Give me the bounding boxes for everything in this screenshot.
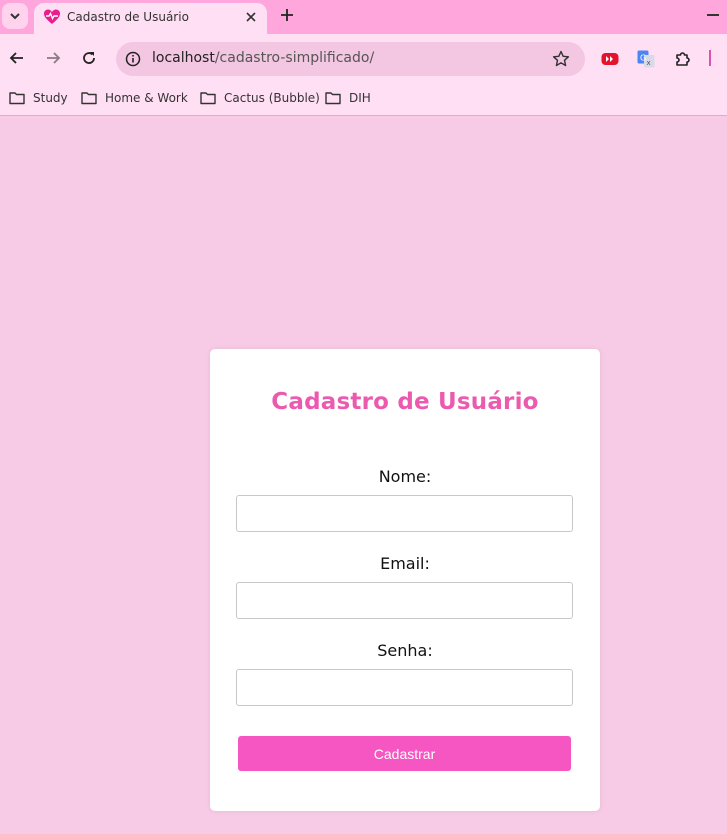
arrow-left-icon	[9, 52, 23, 64]
extensions-button[interactable]	[673, 49, 693, 69]
bookmark-star-button[interactable]	[551, 49, 571, 69]
bookmark-folder-dih[interactable]: DIH	[325, 88, 371, 108]
svg-text:x: x	[647, 59, 651, 67]
svg-text:G: G	[640, 54, 646, 63]
registration-card: Cadastro de Usuário Nome: Email: Senha: …	[210, 349, 600, 811]
bookmark-label: Home & Work	[105, 91, 188, 105]
youtube-extension-icon	[601, 53, 619, 65]
bookmarks-bar: Study Home & Work Cactus (Bubble) DIH	[0, 82, 727, 116]
folder-icon	[200, 92, 216, 105]
youtube-extension-button[interactable]	[600, 49, 620, 69]
close-icon	[246, 12, 256, 22]
active-tab[interactable]: Cadastro de Usuário	[34, 3, 267, 34]
chevron-down-icon	[10, 13, 20, 20]
close-tab-button[interactable]	[243, 9, 259, 25]
bookmark-folder-home-work[interactable]: Home & Work	[81, 88, 188, 108]
url-path: /cadastro-simplificado/	[214, 50, 375, 66]
browser-toolbar: localhost/cadastro-simplificado/ Gx	[0, 34, 727, 82]
bookmark-label: DIH	[349, 91, 371, 105]
submit-button[interactable]: Cadastrar	[238, 736, 571, 771]
reload-button[interactable]	[79, 48, 99, 68]
name-input[interactable]	[236, 495, 573, 532]
forward-button[interactable]	[43, 48, 63, 68]
star-icon	[552, 50, 570, 67]
site-info-button[interactable]	[123, 49, 143, 69]
puzzle-icon	[676, 52, 690, 66]
tab-strip: Cadastro de Usuário	[0, 0, 727, 34]
folder-icon	[81, 92, 97, 105]
google-translate-button[interactable]: Gx	[636, 49, 656, 69]
info-icon	[125, 51, 141, 67]
email-label: Email:	[380, 554, 430, 573]
new-tab-button[interactable]	[278, 6, 296, 24]
profile-indicator[interactable]	[709, 50, 711, 66]
folder-icon	[325, 92, 341, 105]
name-label: Nome:	[378, 467, 432, 486]
reload-icon	[83, 52, 95, 64]
password-input[interactable]	[236, 669, 573, 706]
bookmark-folder-cactus-bubble[interactable]: Cactus (Bubble)	[200, 88, 320, 108]
minimize-button[interactable]	[707, 14, 719, 16]
google-translate-icon: Gx	[637, 50, 655, 68]
url-host: localhost	[152, 50, 215, 66]
page-title: Cadastro de Usuário	[271, 389, 539, 415]
bookmark-label: Cactus (Bubble)	[224, 91, 320, 105]
plus-icon	[281, 9, 293, 21]
password-label: Senha:	[377, 641, 433, 660]
email-input[interactable]	[236, 582, 573, 619]
tab-search-button[interactable]	[2, 3, 28, 29]
folder-icon	[9, 92, 25, 105]
tab-title: Cadastro de Usuário	[67, 10, 189, 24]
heart-pulse-icon	[44, 9, 60, 24]
arrow-right-icon	[47, 52, 61, 64]
bookmark-label: Study	[33, 91, 68, 105]
back-button[interactable]	[7, 48, 27, 68]
url-text[interactable]: localhost/cadastro-simplificado/	[152, 50, 374, 66]
address-bar[interactable]: localhost/cadastro-simplificado/	[116, 42, 585, 76]
bookmark-folder-study[interactable]: Study	[9, 88, 68, 108]
